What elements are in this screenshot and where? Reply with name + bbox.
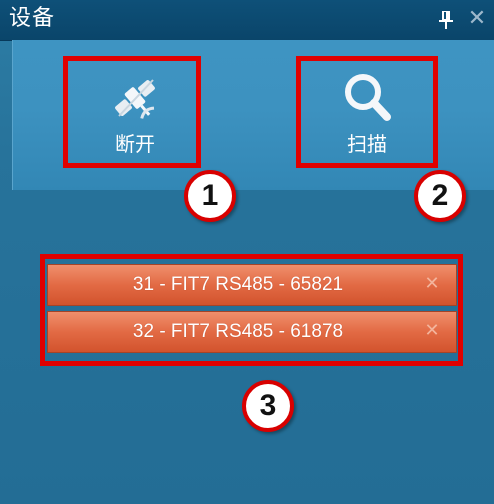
devices-panel: 设备 ✕ 断开 扫描 31 - FIT7 RS485 - 65821 ✕ 32 … [0, 0, 494, 504]
annotation-marker-3: 3 [242, 380, 294, 432]
annotation-box-3 [40, 254, 463, 366]
annotation-box-2 [296, 56, 438, 168]
pin-icon[interactable] [438, 10, 454, 30]
annotation-marker-2: 2 [414, 170, 466, 222]
panel-title: 设备 [9, 6, 56, 31]
annotation-marker-1: 1 [184, 170, 236, 222]
annotation-box-1 [63, 56, 201, 168]
panel-titlebar: 设备 ✕ [0, 0, 494, 41]
close-icon[interactable]: ✕ [467, 8, 487, 30]
